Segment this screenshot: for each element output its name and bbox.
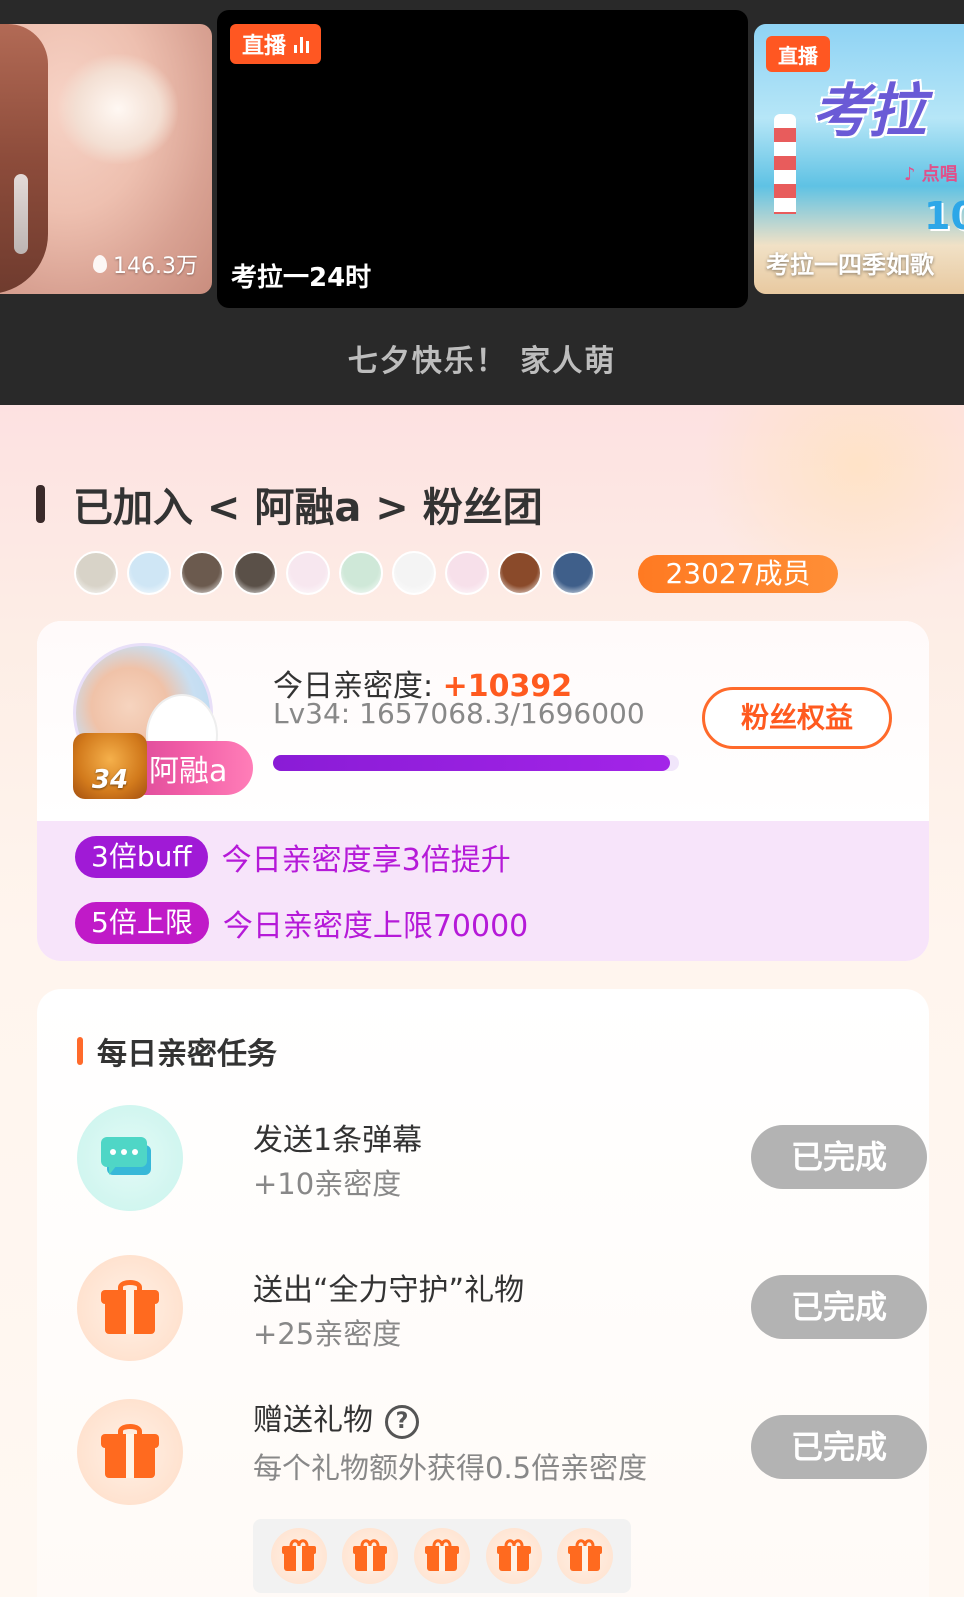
member-avatar[interactable] — [127, 551, 171, 595]
task-reward: +10亲密度 — [253, 1167, 402, 1201]
task-reward: +25亲密度 — [253, 1317, 402, 1351]
viewer-count-text: 146.3万 — [113, 254, 198, 279]
mini-gift-icon — [270, 1528, 327, 1584]
help-icon[interactable]: ? — [385, 1404, 419, 1439]
live-badge-text: 直播 — [242, 34, 287, 59]
member-avatar[interactable] — [339, 551, 383, 595]
task-done-button[interactable]: 已完成 — [751, 1275, 927, 1339]
feather-decoration — [58, 54, 178, 164]
scrolling-message: 七夕快乐！ 家人萌 — [347, 344, 617, 379]
member-avatar[interactable] — [233, 551, 277, 595]
gift-box-shape — [101, 1424, 159, 1478]
buff-area: 3倍buff 今日亲密度享3倍提升 5倍上限 今日亲密度上限70000 — [37, 821, 929, 961]
gift-icon — [77, 1255, 183, 1361]
daily-task-header: 每日亲密任务 — [77, 1029, 277, 1073]
fan-rights-button[interactable]: 粉丝权益 — [702, 687, 892, 749]
level-progress-fill — [273, 755, 670, 771]
mini-gift-icon — [342, 1528, 399, 1584]
poster-title: 考拉 — [812, 77, 926, 145]
title-accent-bar — [36, 485, 45, 523]
fan-name-text: 阿融a — [149, 754, 228, 789]
poster-number: 10 — [924, 194, 964, 238]
task-done-button[interactable]: 已完成 — [751, 1125, 927, 1189]
live-badge: 直播 — [230, 24, 322, 64]
task-reward: 每个礼物额外获得0.5倍亲密度 — [253, 1451, 648, 1485]
buff-row: 5倍上限 今日亲密度上限70000 — [75, 901, 528, 945]
member-avatar[interactable] — [498, 551, 542, 595]
live-card-left[interactable]: 146.3万 — [0, 24, 212, 294]
buff-tag: 3倍buff — [75, 836, 208, 878]
poster-subtitle: ♪ 点唱 — [904, 164, 958, 185]
live-badge: 直播 — [766, 36, 830, 72]
level-progress-text: Lv34: 1657068.3/1696000 — [273, 697, 645, 730]
lighthouse-image — [774, 114, 796, 214]
live-badge-text: 直播 — [778, 43, 818, 68]
member-avatar-list[interactable] — [74, 551, 595, 595]
task-name: 送出“全力守护”礼物 — [253, 1273, 525, 1308]
viewer-count: 146.3万 — [93, 248, 198, 280]
mini-gift-icon — [557, 1528, 614, 1584]
gift-list — [253, 1519, 631, 1593]
live-recommend-strip: 146.3万 直播 考拉一24时 考拉 ♪ 点唱 10 直播 考拉一四季如歌 七… — [0, 0, 964, 405]
fan-level-badge: 34 — [73, 733, 147, 799]
member-avatar[interactable] — [392, 551, 436, 595]
task-item: 赠送礼物? 每个礼物额外获得0.5倍亲密度 已完成 — [77, 1395, 927, 1597]
flame-icon — [93, 255, 108, 273]
member-avatar[interactable] — [445, 551, 489, 595]
mini-gift-icon — [485, 1528, 542, 1584]
task-name: 发送1条弹幕 — [253, 1123, 423, 1158]
task-name: 赠送礼物 — [253, 1403, 373, 1438]
fan-club-header: 已加入 < 阿融a > 粉丝团 — [36, 475, 543, 533]
buff-tag: 5倍上限 — [75, 902, 209, 944]
gift-icon — [77, 1399, 183, 1505]
fan-club-panel: 已加入 < 阿融a > 粉丝团 23027成员 阿融a 34 今日亲密度: +1… — [0, 405, 964, 1597]
mini-gift-icon — [413, 1528, 470, 1584]
live-card-title: 考拉一24时 — [231, 263, 372, 293]
member-avatar[interactable] — [286, 551, 330, 595]
task-done-button[interactable]: 已完成 — [751, 1415, 927, 1479]
streamer-hair — [0, 24, 48, 294]
member-avatar[interactable] — [180, 551, 224, 595]
live-card-title: 考拉一四季如歌 — [766, 251, 934, 279]
member-count-badge[interactable]: 23027成员 — [638, 555, 838, 593]
live-card-right[interactable]: 考拉 ♪ 点唱 10 直播 考拉一四季如歌 — [754, 24, 964, 294]
task-name-row: 赠送礼物? — [253, 1395, 419, 1439]
member-avatar[interactable] — [74, 551, 118, 595]
fan-club-title: 已加入 < 阿融a > 粉丝团 — [73, 485, 543, 531]
daily-task-card: 每日亲密任务 发送1条弹幕 +10亲密度 已完成 送出“全力守护”礼物 +25亲… — [37, 989, 929, 1597]
earring — [14, 174, 28, 254]
live-bars-icon — [294, 35, 310, 53]
buff-desc: 今日亲密度上限70000 — [222, 909, 529, 944]
level-progress-bar — [273, 755, 679, 771]
task-item: 发送1条弹幕 +10亲密度 已完成 — [77, 1105, 927, 1215]
task-item: 送出“全力守护”礼物 +25亲密度 已完成 — [77, 1255, 927, 1365]
task-title-accent — [77, 1037, 83, 1065]
buff-desc: 今日亲密度享3倍提升 — [221, 843, 511, 878]
buff-row: 3倍buff 今日亲密度享3倍提升 — [75, 835, 511, 879]
daily-task-title: 每日亲密任务 — [97, 1037, 277, 1072]
member-avatar[interactable] — [551, 551, 595, 595]
fan-level-text: 34 — [91, 765, 129, 795]
chat-bubble-icon — [77, 1105, 183, 1211]
live-card-mid[interactable]: 直播 考拉一24时 — [217, 10, 748, 308]
intimacy-card: 阿融a 34 今日亲密度: +10392 Lv34: 1657068.3/169… — [37, 621, 929, 961]
gift-box-shape — [101, 1280, 159, 1334]
